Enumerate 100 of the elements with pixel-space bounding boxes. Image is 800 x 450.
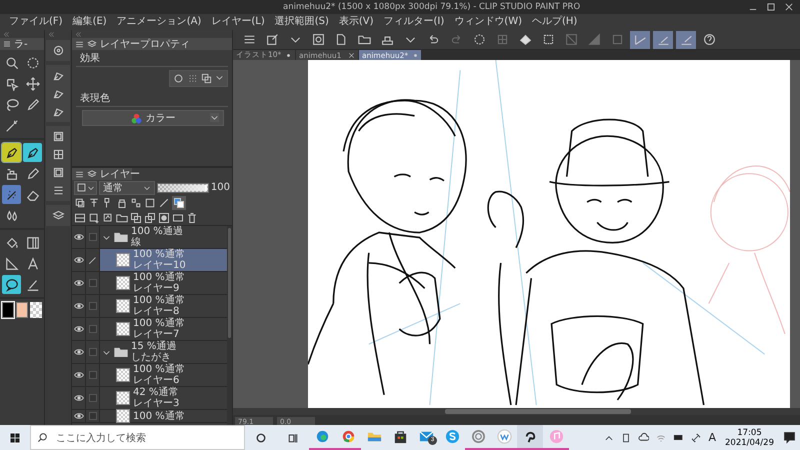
cortana-circle-icon[interactable] xyxy=(255,432,267,444)
toolbar-button[interactable] xyxy=(653,30,673,48)
checkbox[interactable] xyxy=(88,325,96,333)
target-icon[interactable] xyxy=(52,44,64,57)
layer-row[interactable]: 100 %通常 レイヤー9 xyxy=(72,272,227,295)
layer-row[interactable]: 42 %通常 レイヤー3 xyxy=(72,387,227,410)
input-mode-indicator[interactable]: A xyxy=(708,431,716,444)
collapse-chevrons-icon[interactable] xyxy=(75,30,82,38)
stacked-squares-icon[interactable] xyxy=(201,73,212,84)
circle-icon[interactable] xyxy=(173,73,184,84)
collapse-chevrons-icon[interactable] xyxy=(3,30,10,38)
clip-icon[interactable] xyxy=(74,196,86,208)
merge-layer-icon[interactable] xyxy=(144,212,156,224)
layer-row[interactable]: 100 %通常 レイヤー8 xyxy=(72,295,227,318)
windows-start-icon[interactable] xyxy=(9,432,21,444)
opacity-value: 100 xyxy=(210,182,230,193)
eye-icon[interactable] xyxy=(74,232,84,242)
menu-item[interactable]: 選択範囲(S) xyxy=(270,14,334,30)
trash-icon[interactable] xyxy=(186,212,198,224)
eye-icon[interactable] xyxy=(74,370,84,380)
checkbox[interactable] xyxy=(88,348,96,356)
mask-circle-icon[interactable] xyxy=(158,212,170,224)
layer-frame-icon[interactable] xyxy=(74,212,86,224)
layer-row[interactable]: 15 %通過 したがき xyxy=(72,341,227,364)
square-icon[interactable] xyxy=(52,166,64,179)
checkbox[interactable] xyxy=(88,394,96,402)
eye-icon[interactable] xyxy=(74,301,84,311)
dots-icon[interactable] xyxy=(187,73,198,84)
scrollbar[interactable] xyxy=(227,226,232,425)
close-icon[interactable] xyxy=(784,2,794,12)
open-folder-icon xyxy=(358,33,370,46)
toolbar-button[interactable] xyxy=(630,30,650,48)
blend-mode-dropdown[interactable]: 通常 xyxy=(99,180,155,194)
notification-icon[interactable] xyxy=(783,431,796,444)
menu-item[interactable]: 編集(E) xyxy=(68,14,112,30)
layer-thumbnail xyxy=(116,409,130,423)
maximize-icon[interactable] xyxy=(766,2,776,12)
clock[interactable]: 17:05 2021/04/29 xyxy=(723,425,776,450)
layer-row[interactable]: 100 %通常 レイヤー10 xyxy=(72,249,227,272)
toolbar-button[interactable] xyxy=(676,30,696,48)
eye-icon[interactable] xyxy=(74,278,84,288)
copy-layer-icon[interactable] xyxy=(130,212,142,224)
fill-icon xyxy=(518,33,532,46)
checkbox[interactable] xyxy=(88,279,96,287)
layer-row[interactable]: 100 %通常 レイヤー7 xyxy=(72,318,227,341)
new-layer-icon[interactable] xyxy=(88,212,100,224)
grid-icon[interactable] xyxy=(52,148,64,161)
help-icon xyxy=(702,33,716,46)
menu-item[interactable]: 表示(V) xyxy=(334,14,379,30)
cloud-icon[interactable] xyxy=(638,432,650,443)
layers-icon[interactable] xyxy=(52,209,64,222)
layer-color-dropdown[interactable] xyxy=(74,180,97,194)
layer-mode: 100 %通常 xyxy=(133,249,186,260)
menu-item[interactable]: ファイル(F) xyxy=(4,14,68,30)
menu-item[interactable]: ウィンドウ(W) xyxy=(449,14,527,30)
tablet-icon[interactable] xyxy=(621,432,632,442)
checkbox[interactable] xyxy=(88,233,96,241)
horizontal-scrollbar[interactable] xyxy=(233,408,800,416)
eye-icon[interactable] xyxy=(74,347,84,357)
menu-icon[interactable] xyxy=(75,40,84,48)
ruler-snap-icon xyxy=(680,33,692,46)
eye-icon[interactable] xyxy=(74,324,84,334)
square-icon[interactable] xyxy=(52,130,64,143)
list-icon[interactable] xyxy=(52,184,64,197)
new-vector-layer-icon[interactable] xyxy=(102,212,114,224)
taskbar-app[interactable] xyxy=(517,425,543,450)
menu-item[interactable]: ヘルプ(H) xyxy=(527,14,582,30)
layer-row[interactable]: 100 %通常 レイヤー6 xyxy=(72,364,227,387)
eye-icon[interactable] xyxy=(74,255,84,265)
folder-icon xyxy=(114,230,128,244)
panel-tab[interactable]: レイヤー xyxy=(100,168,140,181)
color-swatch[interactable] xyxy=(16,302,28,318)
layer-row[interactable]: 100 %通常 xyxy=(72,410,227,423)
new-folder-icon[interactable] xyxy=(116,212,128,224)
layer-mode: 100 %通常 xyxy=(133,272,185,283)
unsaved-dot-icon xyxy=(285,52,292,58)
search-field[interactable]: ここに入力して検索 xyxy=(30,425,245,450)
menu-icon[interactable] xyxy=(75,170,84,178)
lock-icon[interactable] xyxy=(116,196,128,208)
layer-color-icon[interactable] xyxy=(173,196,185,208)
task-view-icon[interactable] xyxy=(287,432,299,444)
layer-row[interactable]: 100 %通過 線 xyxy=(72,226,227,249)
menu-item[interactable]: アニメーション(A) xyxy=(112,14,206,30)
clear-icon xyxy=(564,33,578,46)
close-icon[interactable] xyxy=(348,52,355,58)
transparent-color-icon[interactable] xyxy=(30,302,42,318)
checkbox[interactable] xyxy=(88,412,96,420)
color-mode-dropdown[interactable]: カラー xyxy=(82,110,224,126)
menu-icon[interactable] xyxy=(3,40,11,48)
effect-toggles[interactable] xyxy=(169,70,228,87)
color-swatch[interactable] xyxy=(2,302,14,318)
menu-item[interactable]: レイヤー(L) xyxy=(206,14,270,30)
checkbox[interactable] xyxy=(88,371,96,379)
eye-icon[interactable] xyxy=(74,411,84,421)
eye-icon[interactable] xyxy=(74,393,84,403)
menu-item[interactable]: フィルター(I) xyxy=(378,14,450,30)
shopping-bag-icon xyxy=(392,429,408,444)
checkbox[interactable] xyxy=(88,302,96,310)
collapse-chevrons-icon[interactable] xyxy=(48,30,55,38)
window-title: animehuu2* (1500 x 1080px 300dpi 79.1%) - CLIP STUDIO PAINT PRO xyxy=(283,2,582,12)
